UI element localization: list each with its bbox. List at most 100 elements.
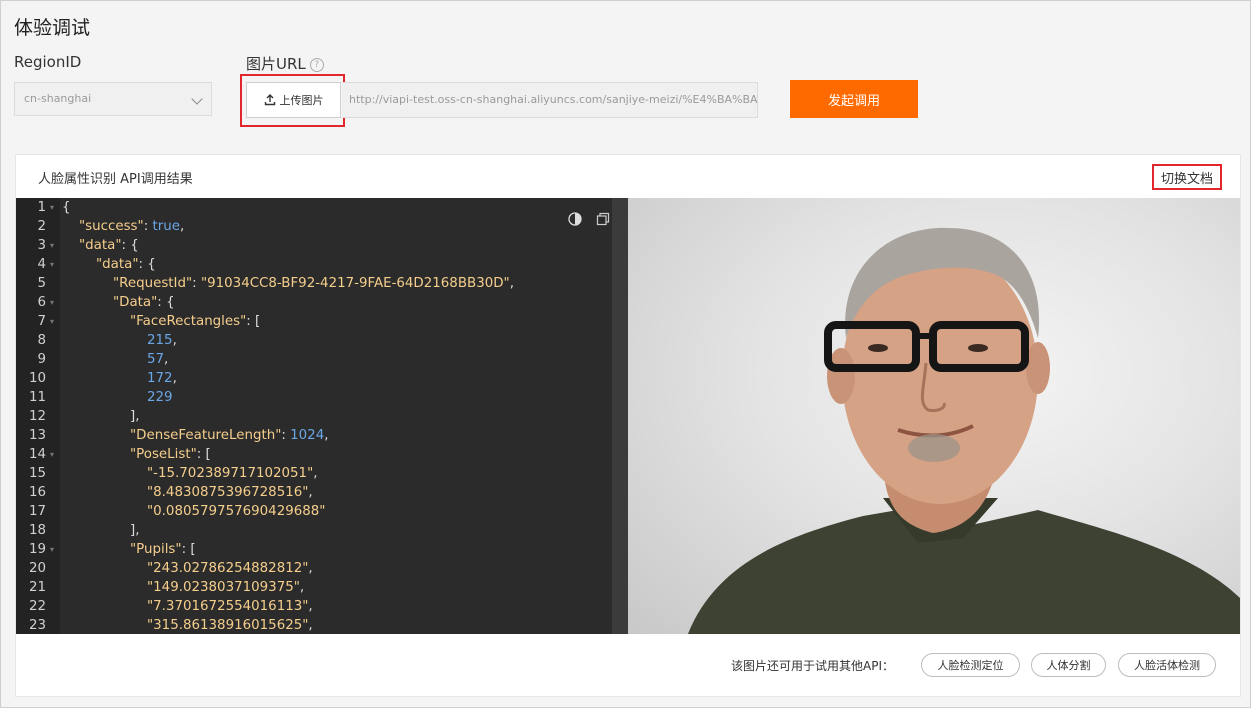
region-select[interactable]: cn-shanghai: [14, 82, 212, 116]
line-number: 17: [28, 504, 46, 519]
code-text: ],: [130, 523, 140, 538]
code-text: {: [62, 200, 71, 215]
code-text: "FaceRectangles": [: [130, 314, 261, 329]
line-number: 3: [37, 238, 46, 253]
line-number: 16: [28, 485, 46, 500]
code-text: "243.02786254882812",: [147, 561, 313, 576]
copy-icon[interactable]: [596, 212, 610, 226]
code-text: "Data": {: [113, 295, 175, 310]
chip-face-detect[interactable]: 人脸检测定位: [921, 653, 1020, 677]
image-url-label: 图片URL?: [246, 53, 324, 74]
line-number: 7: [37, 314, 46, 329]
result-title: 人脸属性识别 API调用结果: [38, 172, 193, 187]
region-label: RegionID: [14, 53, 82, 71]
help-icon[interactable]: ?: [309, 58, 324, 72]
code-line: 6 ▾ "Data": {: [16, 293, 606, 312]
line-number: 6: [37, 295, 46, 310]
upload-image-button[interactable]: 上传图片: [246, 82, 341, 118]
code-line: 18],: [16, 521, 606, 540]
line-number: 10: [28, 371, 46, 386]
code-line: 16 "8.4830875396728516",: [16, 483, 606, 502]
code-text: "7.3701672554016113",: [147, 599, 313, 614]
code-line: 10 172,: [16, 369, 606, 388]
line-number: 12: [28, 409, 46, 424]
code-line: 17 "0.080579757690429688": [16, 502, 606, 521]
line-number: 13: [28, 428, 46, 443]
code-line: 20 "243.02786254882812",: [16, 559, 606, 578]
fold-toggle-icon[interactable]: ▾: [50, 293, 54, 312]
code-text: "-15.702389717102051",: [147, 466, 318, 481]
chip-face-liveness[interactable]: 人脸活体检测: [1118, 653, 1216, 677]
code-line: 1 ▾ {: [16, 198, 606, 217]
code-line: 19 ▾ "Pupils": [: [16, 540, 606, 559]
line-number: 18: [28, 523, 46, 538]
fold-toggle-icon[interactable]: ▾: [50, 236, 54, 255]
code-text: "315.86138916015625",: [147, 618, 313, 633]
line-number: 15: [28, 466, 46, 481]
line-number: 23: [28, 618, 46, 633]
fold-toggle-icon[interactable]: ▾: [50, 255, 54, 274]
code-text: "data": {: [96, 257, 156, 272]
line-number: 14: [28, 447, 46, 462]
chip-body-segmentation[interactable]: 人体分割: [1031, 653, 1106, 677]
result-image: [628, 198, 1240, 634]
code-line: 5 "RequestId": "91034CC8-BF92-4217-9FAE-6…: [16, 274, 606, 293]
fold-toggle-icon[interactable]: ▾: [50, 312, 54, 331]
invoke-button[interactable]: 发起调用: [790, 80, 918, 118]
line-number: 9: [37, 352, 46, 367]
line-number: 22: [28, 599, 46, 614]
code-text: "149.0238037109375",: [147, 580, 305, 595]
code-line: 12],: [16, 407, 606, 426]
line-number: 20: [28, 561, 46, 576]
code-text: 229: [147, 390, 173, 405]
footer-text: 该图片还可用于试用其他API：: [731, 659, 894, 673]
image-url-input[interactable]: http://viapi-test.oss-cn-shanghai.aliyun…: [342, 82, 758, 118]
code-text: "success": true,: [79, 219, 185, 234]
code-text: "0.080579757690429688": [147, 504, 326, 519]
code-line: 23 "315.86138916015625",: [16, 616, 606, 634]
theme-toggle-icon[interactable]: [568, 212, 582, 226]
line-number: 1: [37, 200, 46, 215]
json-editor[interactable]: 1 ▾ {2 "success": true, 3 ▾ "data": {4 ▾ "data":…: [16, 198, 628, 634]
code-text: "DenseFeatureLength": 1024,: [130, 428, 329, 443]
line-number: 11: [28, 390, 46, 405]
fold-toggle-icon[interactable]: ▾: [50, 540, 54, 559]
line-number: 21: [28, 580, 46, 595]
result-panel: 人脸属性识别 API调用结果 切换文档 1 ▾ {2 "success": true,…: [15, 154, 1241, 697]
upload-icon: [264, 94, 275, 106]
code-text: "PoseList": [: [130, 447, 211, 462]
code-line: 4 ▾ "data": {: [16, 255, 606, 274]
code-text: ],: [130, 409, 140, 424]
page-title: 体验调试: [14, 17, 91, 39]
fold-toggle-icon[interactable]: ▾: [50, 198, 54, 217]
image-url-label-text: 图片URL: [246, 55, 306, 73]
fold-toggle-icon[interactable]: ▾: [50, 445, 54, 464]
line-number: 4: [37, 257, 46, 272]
code-text: 215,: [147, 333, 177, 348]
code-line: 13 "DenseFeatureLength": 1024,: [16, 426, 606, 445]
code-text: 172,: [147, 371, 177, 386]
code-text: "RequestId": "91034CC8-BF92-4217-9FAE-64…: [113, 276, 514, 291]
line-number: 2: [37, 219, 46, 234]
code-text: "Pupils": [: [130, 542, 196, 557]
line-number: 8: [37, 333, 46, 348]
code-line: 7 ▾ "FaceRectangles": [: [16, 312, 606, 331]
code-line: 14 ▾ "PoseList": [: [16, 445, 606, 464]
line-number: 19: [28, 542, 46, 557]
code-line: 15 "-15.702389717102051",: [16, 464, 606, 483]
code-line: 21 "149.0238037109375",: [16, 578, 606, 597]
portrait-photo: [688, 227, 1240, 634]
editor-scrollbar[interactable]: [612, 198, 628, 634]
code-line: 8 215,: [16, 331, 606, 350]
code-line: 22 "7.3701672554016113",: [16, 597, 606, 616]
chevron-down-icon: [191, 93, 203, 105]
line-number: 5: [37, 276, 46, 291]
region-value: cn-shanghai: [24, 92, 92, 105]
code-line: 3 ▾ "data": {: [16, 236, 606, 255]
switch-doc-button[interactable]: 切换文档: [1152, 164, 1222, 190]
code-text: "8.4830875396728516",: [147, 485, 313, 500]
code-line: 11 229: [16, 388, 606, 407]
upload-label: 上传图片: [279, 94, 324, 107]
code-line: 9 57,: [16, 350, 606, 369]
code-text: 57,: [147, 352, 169, 367]
